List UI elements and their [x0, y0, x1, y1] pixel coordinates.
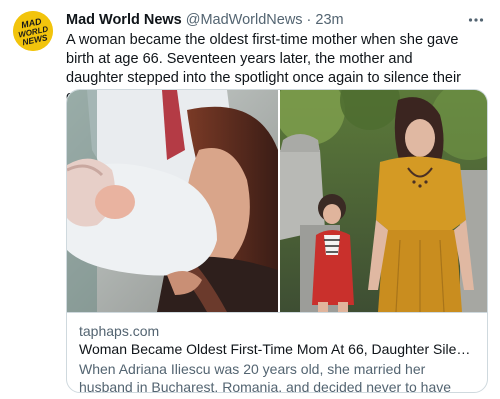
tweet-header: Mad World News @MadWorldNews · 23m: [66, 10, 344, 30]
avatar[interactable]: MAD WORLD NEWS: [13, 11, 53, 51]
elderly-woman-holding-newborn-photo: [67, 90, 278, 312]
card-description: When Adriana Iliescu was 20 years old, s…: [79, 361, 452, 393]
mad-world-news-logo: MAD WORLD NEWS: [13, 11, 53, 51]
link-card[interactable]: taphaps.com Woman Became Oldest First-Ti…: [66, 89, 488, 393]
card-title[interactable]: Woman Became Oldest First-Time Mom At 66…: [79, 340, 477, 359]
card-media[interactable]: [67, 90, 487, 312]
more-options-button[interactable]: [466, 10, 486, 30]
display-name[interactable]: Mad World News: [66, 12, 182, 28]
user-handle[interactable]: @MadWorldNews: [186, 12, 303, 28]
separator-dot: ·: [306, 12, 312, 28]
tweet[interactable]: MAD WORLD NEWS Mad World News @MadWorldN…: [0, 0, 500, 399]
card-image-right: [280, 90, 487, 312]
card-body[interactable]: taphaps.com Woman Became Oldest First-Ti…: [67, 312, 487, 393]
timestamp[interactable]: 23m: [315, 12, 343, 28]
card-image-left: [67, 90, 278, 312]
ellipsis-icon: [468, 18, 484, 22]
card-domain: taphaps.com: [79, 323, 160, 339]
mother-and-daughter-standing-outdoors-photo: [280, 90, 487, 312]
